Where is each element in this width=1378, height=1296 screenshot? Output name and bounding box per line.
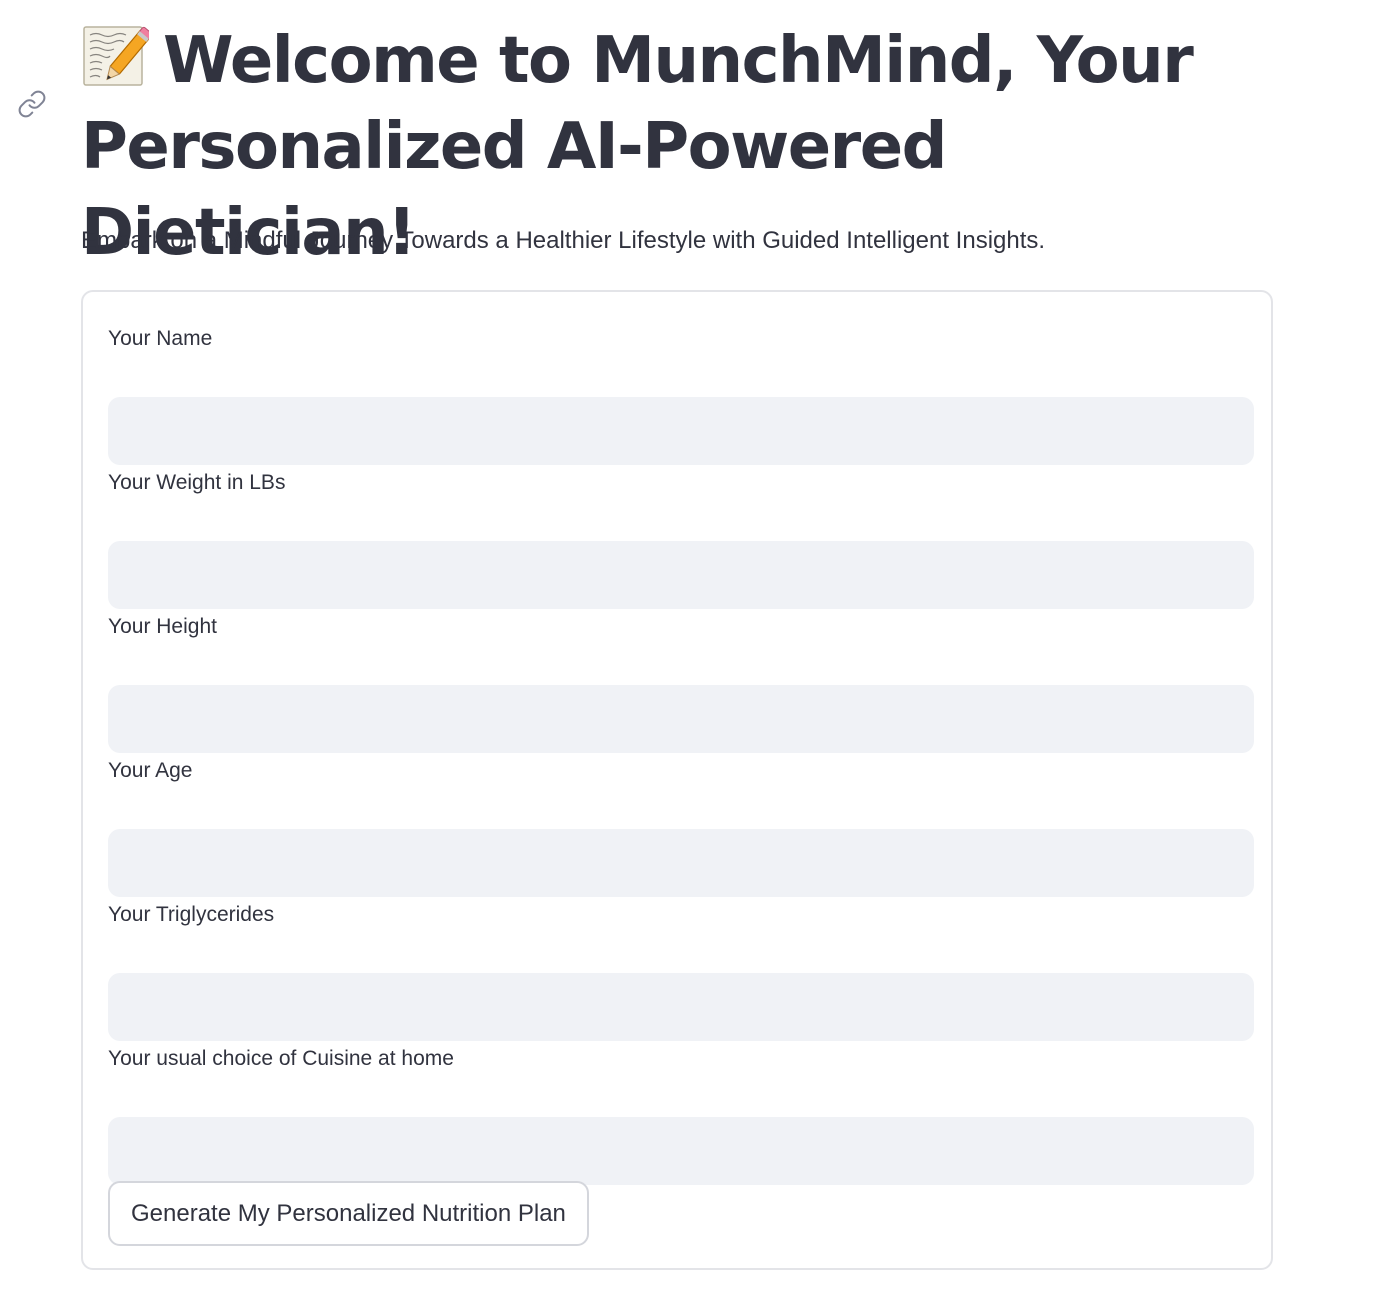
age-label: Your Age: [108, 759, 193, 782]
name-input[interactable]: [108, 397, 1254, 465]
triglycerides-input[interactable]: [108, 973, 1254, 1041]
nutrition-form: Your Name Your Weight in LBs Your Height…: [81, 290, 1273, 1270]
memo-icon: [81, 22, 153, 90]
cuisine-field: Your usual choice of Cuisine at home: [108, 1044, 1254, 1185]
generate-plan-button[interactable]: Generate My Personalized Nutrition Plan: [108, 1181, 589, 1246]
weight-label: Your Weight in LBs: [108, 471, 286, 494]
age-input[interactable]: [108, 829, 1254, 897]
cuisine-label: Your usual choice of Cuisine at home: [108, 1047, 454, 1070]
height-label: Your Height: [108, 615, 217, 638]
height-field: Your Height: [108, 612, 1254, 753]
age-field: Your Age: [108, 756, 1254, 897]
link-icon[interactable]: [16, 88, 48, 120]
name-field: Your Name: [108, 324, 1254, 465]
weight-field: Your Weight in LBs: [108, 468, 1254, 609]
page-subtitle: Embark on a Mindful Journey Towards a He…: [81, 227, 1046, 254]
weight-input[interactable]: [108, 541, 1254, 609]
height-input[interactable]: [108, 685, 1254, 753]
name-label: Your Name: [108, 327, 213, 350]
cuisine-input[interactable]: [108, 1117, 1254, 1185]
triglycerides-label: Your Triglycerides: [108, 903, 275, 926]
triglycerides-field: Your Triglycerides: [108, 900, 1254, 1041]
